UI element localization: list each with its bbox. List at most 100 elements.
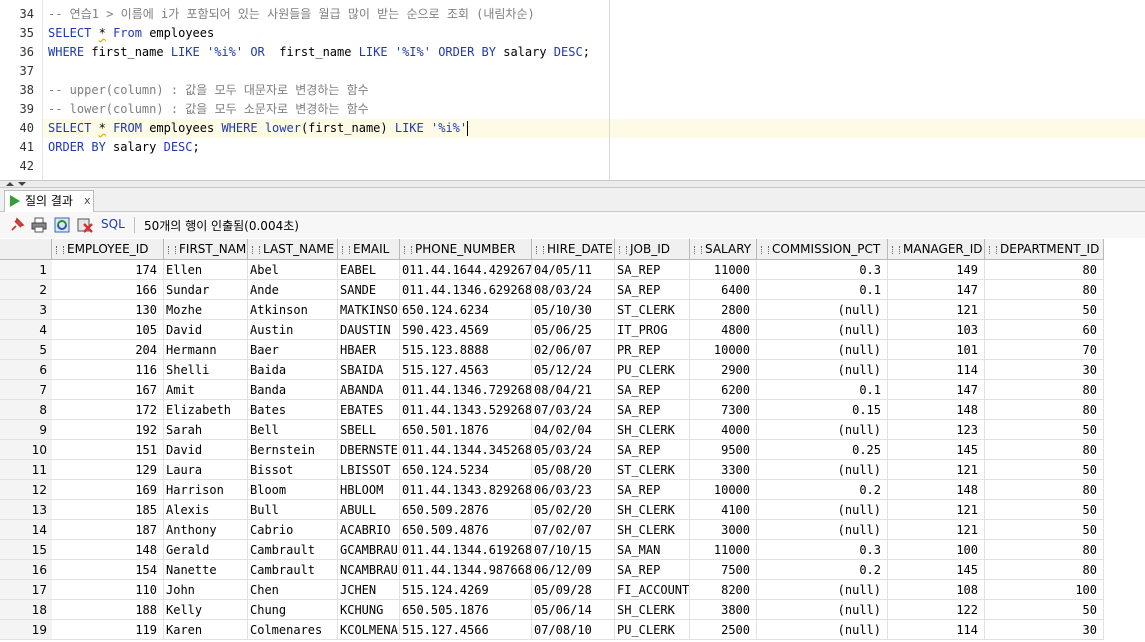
cell-commission-pct[interactable]: 0.3 [757, 260, 888, 280]
cell-job-id[interactable]: SH_CLERK [615, 520, 690, 540]
cell-job-id[interactable]: SA_REP [615, 280, 690, 300]
cell-phone-number[interactable]: 011.44.1644.429267 [400, 260, 532, 280]
cell-department-id[interactable]: 80 [985, 540, 1104, 560]
cell-last-name[interactable]: Bloom [248, 480, 338, 500]
cell-last-name[interactable]: Chen [248, 580, 338, 600]
cell-first-name[interactable]: Harrison [164, 480, 248, 500]
cell-job-id[interactable]: SH_CLERK [615, 420, 690, 440]
cell-hire-date[interactable]: 08/03/24 [532, 280, 615, 300]
row-number[interactable]: 19 [0, 620, 52, 640]
cell-email[interactable]: LBISSOT [338, 460, 400, 480]
cell-last-name[interactable]: Cambrault [248, 560, 338, 580]
cell-manager-id[interactable]: 148 [888, 400, 985, 420]
cell-email[interactable]: JCHEN [338, 580, 400, 600]
cell-job-id[interactable]: PU_CLERK [615, 620, 690, 640]
cell-salary[interactable]: 3800 [690, 600, 757, 620]
cell-hire-date[interactable]: 08/04/21 [532, 380, 615, 400]
sql-editor[interactable]: 34 35 36 37 38 39 40 41 42 -- 연습1 > 이름에 i가 포함되어 … [0, 0, 1145, 180]
cell-salary[interactable]: 3300 [690, 460, 757, 480]
cell-salary[interactable]: 6400 [690, 280, 757, 300]
cell-department-id[interactable]: 80 [985, 400, 1104, 420]
cell-department-id[interactable]: 50 [985, 300, 1104, 320]
cell-employee-id[interactable]: 192 [52, 420, 164, 440]
pin-icon[interactable] [9, 217, 25, 233]
cell-manager-id[interactable]: 147 [888, 380, 985, 400]
column-header-job-id[interactable]: JOB_ID [615, 239, 690, 260]
cell-email[interactable]: EABEL [338, 260, 400, 280]
row-number[interactable]: 7 [0, 380, 52, 400]
table-row[interactable]: 204 Hermann Baer HBAER 515.123.8888 02/06/07 P… [52, 340, 1104, 360]
cell-commission-pct[interactable]: (null) [757, 500, 888, 520]
cell-salary[interactable]: 11000 [690, 540, 757, 560]
cell-first-name[interactable]: David [164, 320, 248, 340]
cell-first-name[interactable]: John [164, 580, 248, 600]
cell-phone-number[interactable]: 650.124.6234 [400, 300, 532, 320]
table-row[interactable]: 187 Anthony Cabrio ACABRIO 650.509.4876 07/02… [52, 520, 1104, 540]
table-row[interactable]: 116 Shelli Baida SBAIDA 515.127.4563 05/12/24… [52, 360, 1104, 380]
cell-last-name[interactable]: Colmenares [248, 620, 338, 640]
cell-phone-number[interactable]: 011.44.1344.345268 [400, 440, 532, 460]
cell-phone-number[interactable]: 011.44.1344.619268 [400, 540, 532, 560]
table-row[interactable]: 151 David Bernstein DBERNSTE 011.44.1344.345… [52, 440, 1104, 460]
cell-job-id[interactable]: FI_ACCOUNT [615, 580, 690, 600]
cell-hire-date[interactable]: 05/10/30 [532, 300, 615, 320]
cell-last-name[interactable]: Cabrio [248, 520, 338, 540]
code-line[interactable]: SELECT * FROM employees WHERE lower(firs… [48, 119, 469, 138]
cell-job-id[interactable]: ST_CLERK [615, 300, 690, 320]
cell-job-id[interactable]: SH_CLERK [615, 500, 690, 520]
cell-commission-pct[interactable]: (null) [757, 580, 888, 600]
column-header-first-name[interactable]: FIRST_NAME [164, 239, 248, 260]
cell-first-name[interactable]: Mozhe [164, 300, 248, 320]
cell-email[interactable]: SBAIDA [338, 360, 400, 380]
cell-phone-number[interactable]: 650.509.4876 [400, 520, 532, 540]
cell-commission-pct[interactable]: 0.2 [757, 560, 888, 580]
cell-employee-id[interactable]: 151 [52, 440, 164, 460]
cell-first-name[interactable]: Ellen [164, 260, 248, 280]
table-row[interactable]: 105 David Austin DAUSTIN 590.423.4569 05/06/2… [52, 320, 1104, 340]
column-header-email[interactable]: EMAIL [338, 239, 400, 260]
cell-phone-number[interactable]: 011.44.1343.529268 [400, 400, 532, 420]
cell-commission-pct[interactable]: (null) [757, 340, 888, 360]
tab-query-result[interactable]: 질의 결과 x [4, 190, 94, 212]
cell-employee-id[interactable]: 110 [52, 580, 164, 600]
panel-splitter[interactable] [0, 180, 1145, 188]
collapse-up-icon[interactable] [6, 182, 14, 186]
table-row[interactable]: 148 Gerald Cambrault GCAMBRAU 011.44.1344.61… [52, 540, 1104, 560]
cell-commission-pct[interactable]: 0.25 [757, 440, 888, 460]
cell-salary[interactable]: 2900 [690, 360, 757, 380]
row-number[interactable]: 6 [0, 360, 52, 380]
table-row[interactable]: 119 Karen Colmenares KCOLMENA 515.127.4566 07… [52, 620, 1104, 640]
cell-employee-id[interactable]: 119 [52, 620, 164, 640]
cell-hire-date[interactable]: 05/09/28 [532, 580, 615, 600]
print-icon[interactable] [31, 217, 47, 233]
column-header-commission-pct[interactable]: COMMISSION_PCT [757, 239, 888, 260]
cell-salary[interactable]: 2500 [690, 620, 757, 640]
row-number[interactable]: 10 [0, 440, 52, 460]
cell-hire-date[interactable]: 04/02/04 [532, 420, 615, 440]
cell-salary[interactable]: 10000 [690, 480, 757, 500]
cell-phone-number[interactable]: 515.127.4566 [400, 620, 532, 640]
cell-first-name[interactable]: David [164, 440, 248, 460]
cell-hire-date[interactable]: 05/12/24 [532, 360, 615, 380]
column-header-last-name[interactable]: LAST_NAME [248, 239, 338, 260]
cell-email[interactable]: KCOLMENA [338, 620, 400, 640]
cell-hire-date[interactable]: 05/03/24 [532, 440, 615, 460]
cell-manager-id[interactable]: 123 [888, 420, 985, 440]
cell-employee-id[interactable]: 188 [52, 600, 164, 620]
row-number[interactable]: 12 [0, 480, 52, 500]
cell-commission-pct[interactable]: (null) [757, 620, 888, 640]
cell-email[interactable]: HBLOOM [338, 480, 400, 500]
table-row[interactable]: 110 John Chen JCHEN 515.124.4269 05/09/28 FI_A… [52, 580, 1104, 600]
cell-commission-pct[interactable]: 0.3 [757, 540, 888, 560]
code-line[interactable]: SELECT * From employees [48, 24, 214, 43]
cell-hire-date[interactable]: 05/08/20 [532, 460, 615, 480]
cell-commission-pct[interactable]: 0.1 [757, 280, 888, 300]
cell-employee-id[interactable]: 174 [52, 260, 164, 280]
cell-employee-id[interactable]: 167 [52, 380, 164, 400]
cell-first-name[interactable]: Kelly [164, 600, 248, 620]
table-row[interactable]: 172 Elizabeth Bates EBATES 011.44.1343.52926… [52, 400, 1104, 420]
cell-last-name[interactable]: Abel [248, 260, 338, 280]
cell-first-name[interactable]: Hermann [164, 340, 248, 360]
cell-employee-id[interactable]: 105 [52, 320, 164, 340]
cell-phone-number[interactable]: 590.423.4569 [400, 320, 532, 340]
